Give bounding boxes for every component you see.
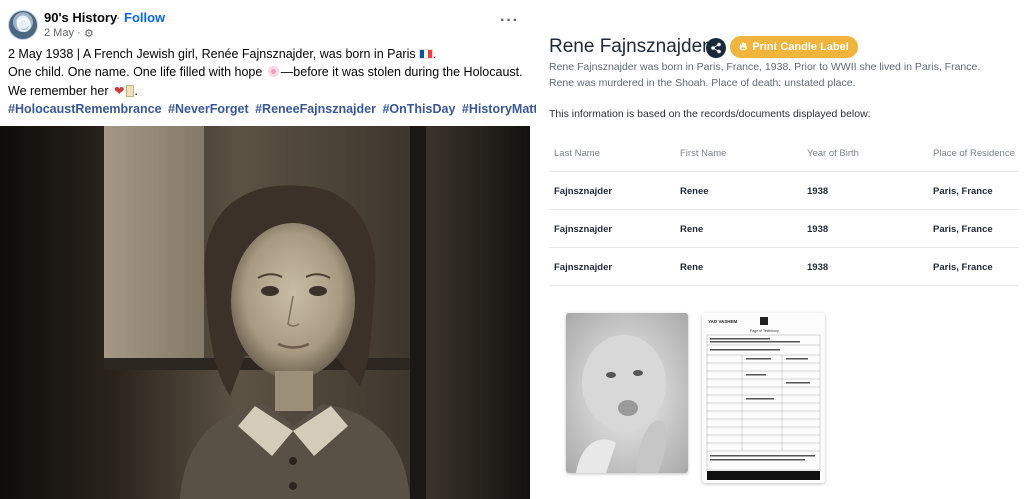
table-cell: Fajnsznajder — [554, 262, 613, 273]
broken-heart-icon: ❤ — [113, 84, 125, 98]
table-row[interactable]: Fajnsznajder Rene 1938 Paris, France — [549, 210, 1019, 248]
page-avatar[interactable] — [8, 10, 38, 40]
girl-portrait-image — [0, 126, 530, 499]
doc-header: YAD VASHEM — [708, 319, 738, 324]
table-header-row: Last Name First Name Year of Birth Place… — [549, 134, 1019, 172]
record-title: Rene Fajnsznajder — [549, 36, 709, 57]
victim-record-panel: Rene Fajnsznajder 🔥︎ Print Candle Label R… — [536, 0, 1024, 499]
follow-button[interactable]: Follow — [124, 10, 165, 25]
table-cell: Fajnsznajder — [554, 186, 613, 197]
hashtag-link[interactable]: #ReneeFajnsznajder — [255, 102, 376, 116]
record-description: Rene was murdered in the Shoah. Place of… — [549, 77, 856, 89]
post-photo[interactable] — [0, 126, 530, 499]
records-table: Last Name First Name Year of Birth Place… — [549, 134, 1019, 286]
hashtag-link[interactable]: #HolocaustRemembrance — [8, 102, 162, 116]
france-flag-icon — [418, 49, 433, 59]
table-cell: 1938 — [807, 186, 829, 197]
table-row[interactable]: Fajnsznajder Rene 1938 Paris, France — [549, 248, 1019, 286]
post-text: . — [134, 84, 138, 98]
table-cell: Paris, France — [933, 262, 993, 273]
post-text: 2 May 1938 | A French Jewish girl, Renée… — [8, 47, 416, 61]
table-cell: Rene — [680, 224, 704, 235]
social-post: 90's History · Follow 2 May · ⚙ ··· 2 Ma… — [0, 0, 556, 499]
share-icon[interactable] — [706, 38, 726, 58]
table-cell: Paris, France — [933, 186, 993, 197]
table-cell: 1938 — [807, 224, 829, 235]
testimony-document-thumbnail[interactable]: YAD VASHEM Page of Testimony — [702, 313, 825, 483]
more-options-icon[interactable]: ··· — [500, 12, 519, 30]
table-cell: Renee — [680, 186, 709, 197]
records-note: This information is based on the records… — [549, 108, 871, 120]
table-cell: Paris, France — [933, 224, 993, 235]
post-text-line: One child. One name. One life filled wit… — [8, 65, 523, 79]
post-date[interactable]: 2 May · — [44, 27, 81, 39]
page-name[interactable]: 90's History — [44, 10, 117, 25]
separator-dot: · — [116, 10, 121, 25]
document-image: YAD VASHEM Page of Testimony — [702, 313, 825, 483]
column-header: Place of Residence — [933, 148, 1015, 159]
column-header: Year of Birth — [807, 148, 859, 159]
flame-icon: 🔥︎ — [739, 41, 748, 53]
baby-image — [566, 313, 688, 473]
gear-icon: ⚙ — [84, 28, 94, 40]
doc-title: Page of Testimony — [750, 329, 779, 333]
baby-photo-thumbnail[interactable] — [566, 313, 688, 473]
column-header: Last Name — [554, 148, 600, 159]
table-row[interactable]: Fajnsznajder Renee 1938 Paris, France — [549, 172, 1019, 210]
post-text-line: We remember her ❤. — [8, 83, 138, 98]
button-label: Print Candle Label — [752, 41, 849, 53]
table-cell: Rene — [680, 262, 704, 273]
hashtag-link[interactable]: #NeverForget — [168, 102, 249, 116]
record-description: Rene Fajnsznajder was born in Paris, Fra… — [549, 61, 981, 73]
hashtag-list: #HolocaustRemembrance #NeverForget #Rene… — [8, 102, 559, 116]
post-text-line: 2 May 1938 | A French Jewish girl, Renée… — [8, 47, 437, 61]
print-candle-label-button[interactable]: 🔥︎ Print Candle Label — [730, 36, 858, 58]
table-cell: Fajnsznajder — [554, 224, 613, 235]
post-text: We remember her — [8, 84, 109, 98]
column-header: First Name — [680, 148, 727, 159]
post-text: —before it was stolen during the Holocau… — [280, 65, 523, 79]
post-text: One child. One name. One life filled wit… — [8, 65, 263, 79]
table-cell: 1938 — [807, 262, 829, 273]
hashtag-link[interactable]: #OnThisDay — [382, 102, 455, 116]
flower-icon — [267, 66, 279, 77]
